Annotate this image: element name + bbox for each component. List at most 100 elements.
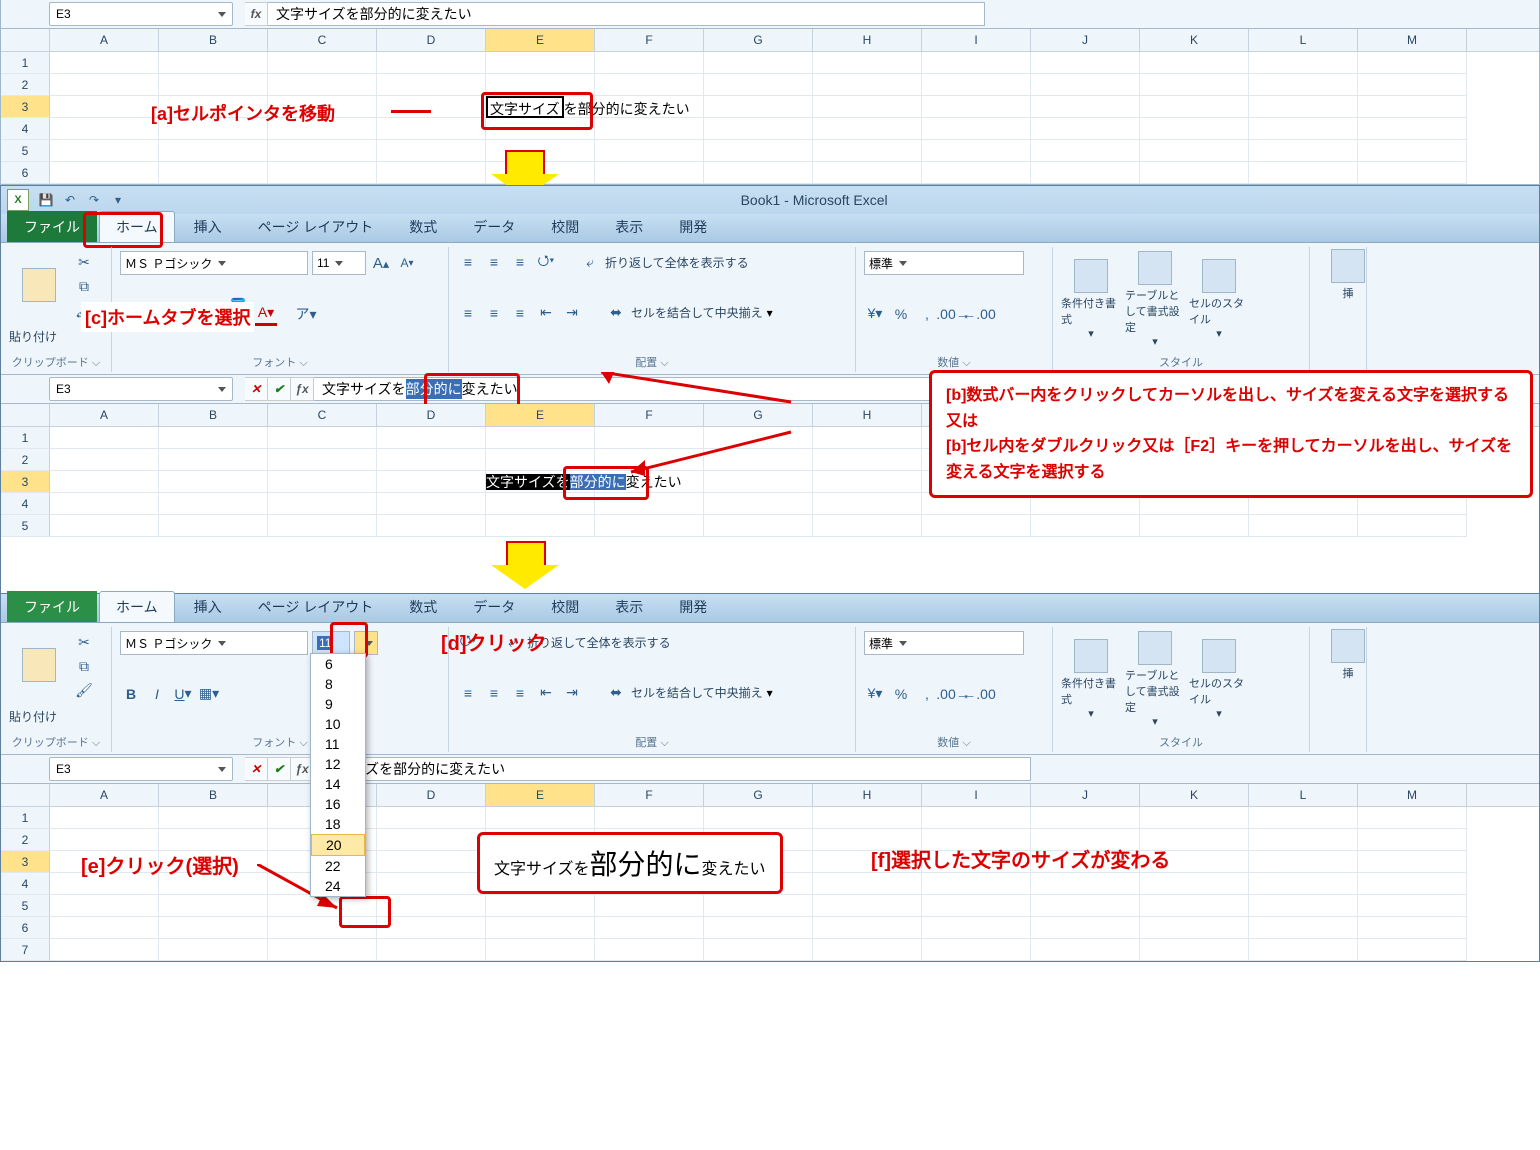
- tab-data-3[interactable]: データ: [456, 591, 532, 622]
- cell-B4[interactable]: [159, 493, 268, 515]
- row-header-3[interactable]: 3: [1, 471, 50, 493]
- cell-K6[interactable]: [1140, 917, 1249, 939]
- tab-page-layout[interactable]: ページ レイアウト: [241, 211, 391, 242]
- font-size-option-11[interactable]: 11: [311, 734, 365, 754]
- cell-B1[interactable]: [159, 427, 268, 449]
- cell-L1[interactable]: [1249, 807, 1358, 829]
- column-header-D[interactable]: D: [377, 784, 486, 806]
- conditional-format-button-3[interactable]: 条件付き書式▾: [1061, 639, 1121, 720]
- cell-G6[interactable]: [704, 162, 813, 184]
- align-bottom-icon[interactable]: ≡: [509, 251, 531, 273]
- align-top-icon[interactable]: ≡: [457, 251, 479, 273]
- column-header-F[interactable]: F: [595, 784, 704, 806]
- column-header-C[interactable]: C: [268, 29, 377, 51]
- cell-E5[interactable]: [486, 515, 595, 537]
- cell-B5[interactable]: [159, 140, 268, 162]
- tab-insert[interactable]: 挿入: [177, 211, 239, 242]
- cell-H7[interactable]: [813, 939, 922, 961]
- column-header-A[interactable]: A: [50, 784, 159, 806]
- row-header-3[interactable]: 3: [1, 96, 50, 118]
- column-header-I[interactable]: I: [922, 29, 1031, 51]
- cell-H4[interactable]: [813, 873, 922, 895]
- font-size-combo[interactable]: 11: [312, 251, 366, 275]
- cell-L6[interactable]: [1249, 162, 1358, 184]
- name-box[interactable]: E3: [49, 2, 233, 26]
- cell-D4[interactable]: [377, 118, 486, 140]
- cell-F3[interactable]: [595, 96, 704, 118]
- cell-D3[interactable]: [377, 851, 486, 873]
- align-center-icon[interactable]: ≡: [483, 302, 505, 324]
- cell-I3[interactable]: [922, 96, 1031, 118]
- cell-B2[interactable]: [159, 449, 268, 471]
- row-header-2[interactable]: 2: [1, 449, 50, 471]
- cell-K5[interactable]: [1140, 515, 1249, 537]
- cell-L7[interactable]: [1249, 939, 1358, 961]
- tab-review-3[interactable]: 校閲: [534, 591, 596, 622]
- column-header-I[interactable]: I: [922, 784, 1031, 806]
- name-box-2[interactable]: E3: [49, 377, 233, 401]
- align-right-icon-3[interactable]: ≡: [509, 682, 531, 704]
- excel-icon[interactable]: X: [7, 189, 29, 211]
- cell-H4[interactable]: [813, 118, 922, 140]
- cell-C1[interactable]: [268, 427, 377, 449]
- row-header-2[interactable]: 2: [1, 74, 50, 96]
- cell-L4[interactable]: [1249, 873, 1358, 895]
- column-header-B[interactable]: B: [159, 404, 268, 426]
- column-header-D[interactable]: D: [377, 29, 486, 51]
- cell-G3[interactable]: [704, 96, 813, 118]
- cell-F5[interactable]: [595, 140, 704, 162]
- cell-J5[interactable]: [1031, 895, 1140, 917]
- cell-G5[interactable]: [704, 895, 813, 917]
- cell-H6[interactable]: [813, 917, 922, 939]
- column-header-K[interactable]: K: [1140, 784, 1249, 806]
- cancel-icon[interactable]: ✕: [245, 377, 268, 401]
- cell-H5[interactable]: [813, 140, 922, 162]
- row-header-6[interactable]: 6: [1, 162, 50, 184]
- cell-A4[interactable]: [50, 118, 159, 140]
- cell-G5[interactable]: [704, 140, 813, 162]
- cell-M7[interactable]: [1358, 939, 1467, 961]
- tab-view-3[interactable]: 表示: [598, 591, 660, 622]
- currency-icon-3[interactable]: ¥▾: [864, 683, 886, 705]
- cell-F5[interactable]: [595, 515, 704, 537]
- cell-G4[interactable]: [704, 118, 813, 140]
- cell-F6[interactable]: [595, 162, 704, 184]
- row-header-7[interactable]: 7: [1, 939, 50, 961]
- cell-G5[interactable]: [704, 515, 813, 537]
- cell-C5[interactable]: [268, 515, 377, 537]
- cell-L5[interactable]: [1249, 895, 1358, 917]
- orientation-icon[interactable]: ⭯▾: [535, 251, 557, 273]
- tab-home-3[interactable]: ホーム: [99, 591, 175, 622]
- column-header-M[interactable]: M: [1358, 29, 1467, 51]
- bold-icon-3[interactable]: B: [120, 683, 142, 705]
- cell-M4[interactable]: [1358, 873, 1467, 895]
- cell-C5[interactable]: [268, 140, 377, 162]
- cell-J6[interactable]: [1031, 917, 1140, 939]
- row-header-1[interactable]: 1: [1, 807, 50, 829]
- cell-C6[interactable]: [268, 162, 377, 184]
- row-header-3[interactable]: 3: [1, 851, 50, 873]
- cell-F6[interactable]: [595, 917, 704, 939]
- cell-B7[interactable]: [159, 939, 268, 961]
- name-box-3[interactable]: E3: [49, 757, 233, 781]
- cell-L5[interactable]: [1249, 140, 1358, 162]
- cell-D4[interactable]: [377, 493, 486, 515]
- cell-K1[interactable]: [1140, 52, 1249, 74]
- cell-B6[interactable]: [159, 162, 268, 184]
- paste-button[interactable]: [9, 268, 69, 304]
- font-size-option-6[interactable]: 6: [311, 654, 365, 674]
- inc-decimal-icon-3[interactable]: .00→: [942, 683, 964, 705]
- cell-J2[interactable]: [1031, 74, 1140, 96]
- cell-D2[interactable]: [377, 829, 486, 851]
- fx-icon-2[interactable]: ƒx: [291, 377, 314, 401]
- cell-L2[interactable]: [1249, 829, 1358, 851]
- cell-M3[interactable]: [1358, 96, 1467, 118]
- currency-icon[interactable]: ¥▾: [864, 303, 886, 325]
- cell-L3[interactable]: [1249, 96, 1358, 118]
- shrink-font-icon[interactable]: A▾: [396, 252, 418, 274]
- cell-D5[interactable]: [377, 140, 486, 162]
- row-header-4[interactable]: 4: [1, 493, 50, 515]
- cell-H3[interactable]: [813, 96, 922, 118]
- cell-M5[interactable]: [1358, 515, 1467, 537]
- cell-H5[interactable]: [813, 515, 922, 537]
